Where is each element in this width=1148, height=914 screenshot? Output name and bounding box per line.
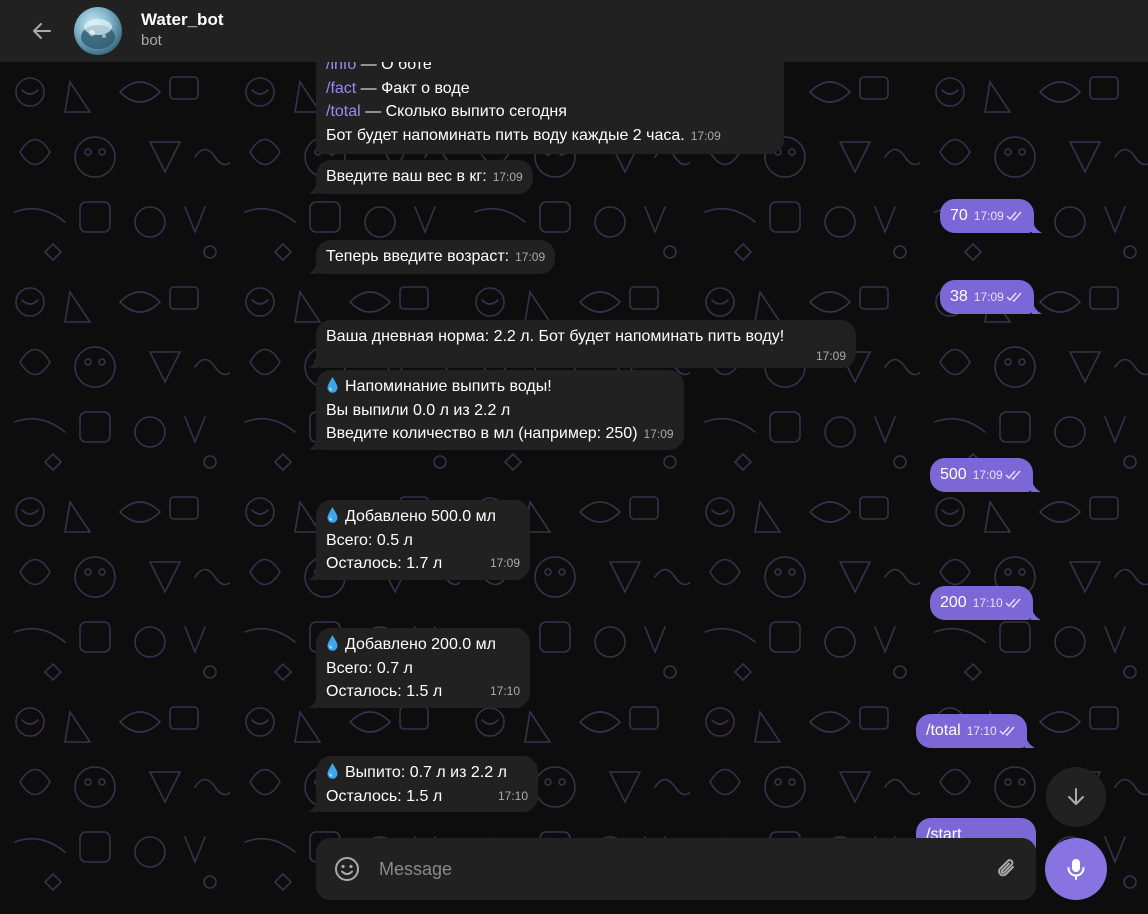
back-button[interactable] [20,9,64,53]
message-outgoing[interactable]: 500 17:09 [930,458,1041,492]
message-bot-commands[interactable]: /info — О боте /fact — Факт о воде /tota… [316,62,784,154]
message-text: 500 [940,466,967,483]
message-time: 17:10 [497,788,528,803]
droplet-icon [327,635,338,651]
chat-subtitle: bot [141,32,162,49]
message-text: Введите ваш вес в кг: [326,168,487,185]
microphone-icon [1067,859,1085,880]
chat-header: Water_bot bot [0,0,1148,62]
arrow-down-icon [1068,788,1084,805]
message-text: 200 [940,594,967,611]
message-text: 38 [950,288,968,305]
smile-icon [335,857,359,881]
double-check-icon [999,726,1015,736]
message-list[interactable]: /info — О боте /fact — Факт о воде /tota… [0,62,1148,914]
message-text: — Факт о воде [356,79,470,97]
message-text: Напоминание выпить воды! [345,378,552,395]
message-incoming[interactable]: Теперь введите возраст: 17:09 [308,240,556,274]
message-incoming[interactable]: Введите ваш вес в кг: 17:09 [308,160,533,194]
message-text: Теперь введите возраст: [326,248,510,265]
message-time: 17:09 [489,556,520,571]
double-check-icon [1006,292,1022,302]
message-time: 17:09 [690,129,721,144]
double-check-icon [1005,598,1021,608]
message-text: Осталось: 1.5 л [326,787,443,805]
message-outgoing[interactable]: /total 17:10 [916,714,1035,748]
message-outgoing[interactable]: 70 17:09 [940,199,1042,233]
avatar[interactable] [74,7,122,55]
message-time: 17:10 [489,684,520,699]
message-text: Бот будет напоминать пить воду каждые 2 … [326,127,685,145]
message-text: Осталось: 1.7 л [326,555,443,573]
message-time: 17:10 [966,724,997,738]
emoji-button[interactable] [332,854,362,884]
message-text: 70 [950,207,968,224]
message-time: 17:09 [492,170,523,184]
message-time: 17:09 [515,250,546,264]
message-incoming[interactable]: Выпито: 0.7 л из 2.2 л Осталось: 1.5 л 17… [308,756,538,812]
message-incoming[interactable]: Ваша дневная норма: 2.2 л. Бот будет нап… [308,320,856,368]
message-composer [316,838,1036,900]
message-time: 17:09 [973,290,1004,304]
message-text: Выпито: 0.7 л из 2.2 л [345,764,507,781]
message-text: Вы выпили 0.0 л из 2.2 л [326,401,511,419]
message-time: 17:09 [973,209,1004,223]
scroll-to-bottom-button[interactable] [1046,767,1106,827]
command-link-fact[interactable]: /fact [326,80,356,97]
message-text: Всего: 0.7 л [326,659,413,677]
message-incoming[interactable]: Добавлено 500.0 мл Всего: 0.5 л Осталось… [308,500,530,580]
double-check-icon [1005,470,1021,480]
message-outgoing[interactable]: 200 17:10 [930,586,1041,620]
message-text: Добавлено 500.0 мл [345,508,496,525]
message-text: /total [926,722,961,739]
droplet-icon [327,377,338,393]
message-text: — О боте [356,62,432,73]
droplet-icon [327,763,338,779]
message-time: 17:09 [643,427,674,442]
arrow-left-icon [33,23,51,39]
message-time: 17:10 [972,596,1003,610]
double-check-icon [1006,211,1022,221]
message-text: Ваша дневная норма: 2.2 л. Бот будет нап… [326,328,785,345]
command-link-info[interactable]: /info [326,62,356,73]
message-time: 17:09 [815,348,846,363]
droplet-icon [327,507,338,523]
message-text: — Сколько выпито сегодня [360,103,567,121]
paperclip-icon [998,859,1014,877]
chat-title: Water_bot [141,10,224,29]
command-link-total[interactable]: /total [326,103,361,120]
chat-title-block[interactable]: Water_bot bot [141,10,224,52]
message-text: Введите количество в мл (например: 250) [326,425,638,443]
message-text: Осталось: 1.5 л [326,683,443,701]
message-outgoing[interactable]: 38 17:09 [940,280,1042,314]
message-time: 17:09 [972,468,1003,482]
message-text: Добавлено 200.0 мл [345,636,496,653]
message-incoming[interactable]: Напоминание выпить воды! Вы выпили 0.0 л… [308,370,684,450]
message-input[interactable] [379,858,992,880]
message-incoming[interactable]: Добавлено 200.0 мл Всего: 0.7 л Осталось… [308,628,530,708]
voice-record-button[interactable] [1045,838,1107,900]
message-text: Всего: 0.5 л [326,531,413,549]
attach-button[interactable] [992,854,1022,884]
